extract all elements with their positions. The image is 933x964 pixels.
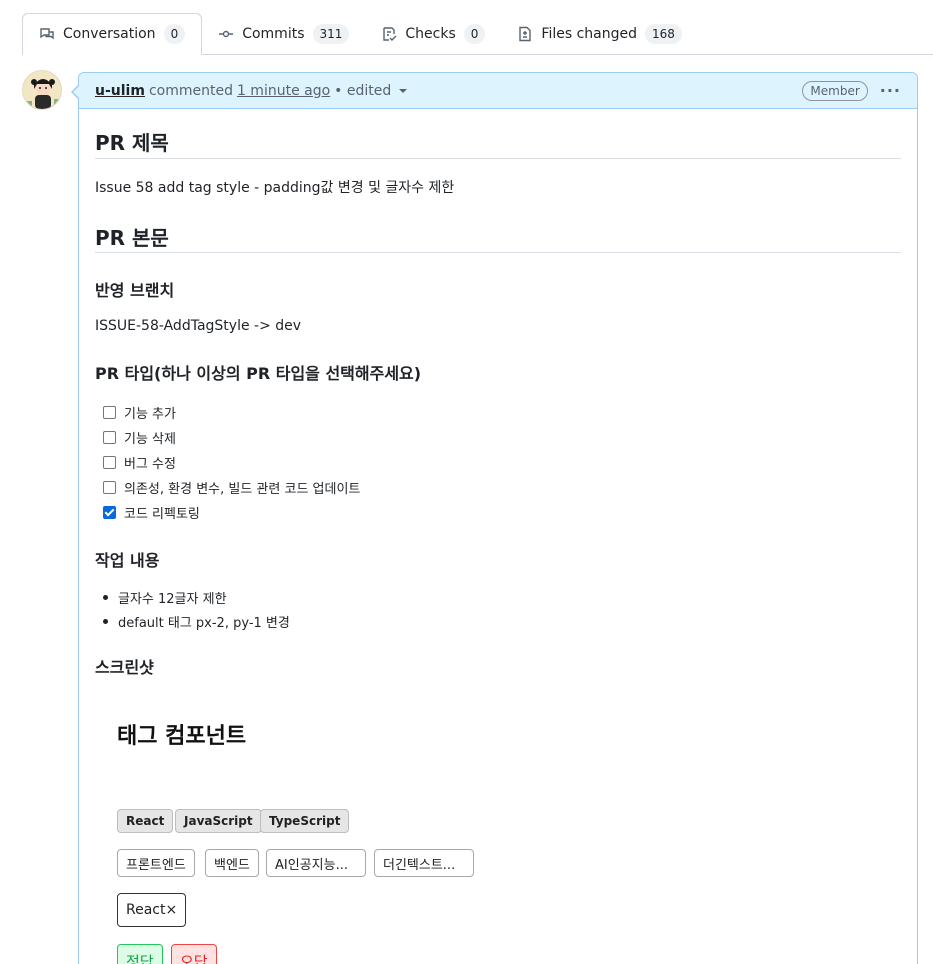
list-item: 글자수 12글자 제한: [103, 588, 227, 607]
answer-correct-badge: 정답: [117, 944, 163, 964]
tab-conversation[interactable]: Conversation 0: [22, 13, 203, 55]
checkbox[interactable]: [103, 406, 116, 419]
checklist-icon: [383, 26, 397, 41]
task-label: 코드 리펙토링: [124, 507, 200, 522]
checkbox[interactable]: [103, 456, 116, 469]
comment-discussion-icon: [40, 28, 54, 40]
branch-text: ISSUE-58-AddTagStyle -> dev: [95, 318, 302, 334]
author-link[interactable]: u-ulim: [95, 83, 145, 99]
heading-pr-type: PR 타입(하나 이상의 PR 타입을 선택해주세요): [95, 364, 422, 383]
pr-title-text: Issue 58 add tag style - padding값 변경 및 글…: [95, 180, 455, 196]
task-label: 기능 추가: [124, 407, 176, 422]
tab-label: Checks: [405, 25, 456, 42]
tag-long-text: 더긴텍스트...: [374, 849, 474, 877]
screenshot-title: 태그 컴포넌트: [117, 724, 247, 749]
tag-closable-label: React: [126, 902, 166, 918]
avatar-illustration: [23, 71, 61, 109]
member-badge: Member: [802, 80, 868, 101]
task-item[interactable]: 기능 삭제: [103, 428, 176, 447]
tag-closable: React ×: [117, 893, 187, 927]
comment-header: u-ulim commented 1 minute ago • edited M…: [79, 73, 917, 109]
tag-ai: AI인공지능...: [266, 849, 366, 877]
list-item: default 태그 px-2, py-1 변경: [103, 612, 290, 631]
checkbox[interactable]: [103, 431, 116, 444]
pr-comment: u-ulim commented 1 minute ago • edited M…: [78, 72, 918, 964]
file-diff-icon: [519, 26, 532, 41]
tab-commits[interactable]: Commits 311: [202, 13, 365, 54]
tag-javascript: JavaScript: [175, 809, 262, 833]
tag-backend: 백엔드: [205, 849, 259, 877]
edited-dropdown[interactable]: • edited: [334, 82, 408, 99]
task-item[interactable]: 버그 수정: [103, 453, 176, 472]
tab-files-changed[interactable]: Files changed 168: [501, 13, 698, 54]
tab-counter: 0: [163, 24, 186, 44]
tag-frontend: 프론트엔드: [117, 849, 195, 877]
divider: [95, 252, 901, 253]
tab-counter: 0: [463, 23, 486, 44]
edited-label: • edited: [334, 82, 392, 99]
comment-time-link[interactable]: 1 minute ago: [237, 83, 330, 99]
heading-branch: 반영 브랜치: [95, 281, 175, 300]
tag-react: React: [117, 809, 174, 833]
divider: [95, 158, 901, 159]
close-icon: ×: [165, 902, 178, 918]
tab-counter: 168: [645, 23, 682, 44]
checkbox[interactable]: [103, 481, 116, 494]
tab-label: Files changed: [541, 25, 638, 42]
chevron-down-icon: [399, 88, 408, 93]
tab-counter: 311: [312, 23, 350, 44]
checkbox-checked[interactable]: [103, 506, 116, 519]
heading-pr-body: PR 본문: [95, 226, 169, 250]
answer-wrong-badge: 오답: [171, 944, 217, 964]
task-item[interactable]: 기능 추가: [103, 403, 176, 422]
tab-label: Conversation: [63, 26, 156, 42]
kebab-horizontal-icon[interactable]: ···: [880, 81, 901, 100]
comment-arrow-fill: [72, 85, 80, 99]
header-actions: Member ···: [802, 80, 901, 101]
task-item[interactable]: 의존성, 환경 변수, 빌드 관련 코드 업데이트: [103, 478, 360, 497]
heading-work: 작업 내용: [95, 551, 160, 570]
tag-typescript: TypeScript: [260, 809, 350, 833]
pr-tab-bar: Conversation 0 Commits 311 Checks 0 File…: [22, 13, 933, 55]
tab-label: Commits: [242, 25, 305, 42]
task-label: 기능 삭제: [124, 432, 176, 447]
heading-screenshot: 스크린샷: [95, 658, 154, 677]
task-item[interactable]: 코드 리펙토링: [103, 503, 200, 522]
comment-action: commented: [148, 82, 233, 99]
task-label: 버그 수정: [124, 457, 176, 472]
heading-pr-title: PR 제목: [95, 131, 169, 155]
task-label: 의존성, 환경 변수, 빌드 관련 코드 업데이트: [124, 482, 361, 497]
tab-checks[interactable]: Checks 0: [365, 13, 501, 54]
avatar[interactable]: [22, 70, 62, 110]
git-commit-icon: [219, 30, 234, 37]
